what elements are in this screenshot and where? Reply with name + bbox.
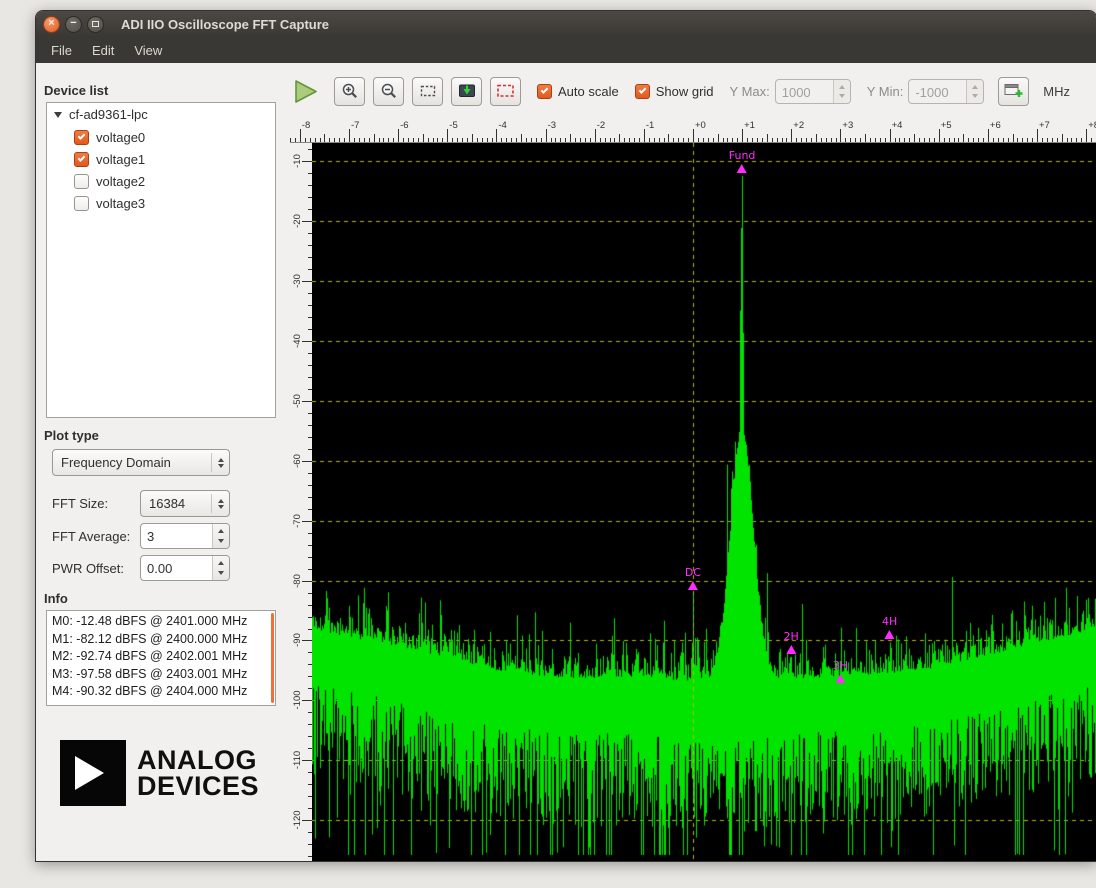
spin-arrows-icon — [966, 80, 983, 103]
fullscreen-button[interactable] — [490, 77, 521, 106]
menubar: File Edit View — [36, 37, 1096, 63]
fft-canvas[interactable] — [312, 143, 1096, 861]
channel-label: voltage1 — [96, 152, 145, 167]
adi-logo-text: ANALOG DEVICES — [137, 747, 259, 799]
unit-label: MHz — [1043, 84, 1070, 99]
zoom-in-button[interactable] — [334, 77, 365, 106]
plot-type-value: Frequency Domain — [61, 455, 205, 470]
channel-voltage2-checkbox[interactable] — [74, 174, 89, 189]
marker-info-line: M0: -12.48 dBFS @ 2401.000 MHz — [52, 613, 267, 631]
device-root-row[interactable]: cf-ad9361-lpc — [47, 103, 275, 126]
desktop: × − ADI IIO Oscilloscope FFT Capture Fil… — [0, 0, 1096, 888]
device-list-label: Device list — [44, 83, 276, 98]
fft-average-label: FFT Average: — [52, 529, 140, 544]
show-grid-checkbox[interactable]: Show grid — [635, 84, 714, 99]
plot-toolbar: Auto scale Show grid Y Max: 1000 Y Min: … — [290, 63, 1096, 119]
zoom-out-button[interactable] — [373, 77, 404, 106]
x-ruler: -8-7-6-5-4-3-2-1+0+1+2+3+4+5+6+7+8 — [290, 119, 1096, 143]
plot-type-label: Plot type — [44, 428, 276, 443]
zoom-fit-icon — [419, 82, 437, 100]
marker-info-line: M2: -92.74 dBFS @ 2402.001 MHz — [52, 648, 267, 666]
plot-type-combo[interactable]: Frequency Domain — [52, 449, 230, 476]
checkbox-checked-icon[interactable] — [635, 84, 650, 99]
channel-row-voltage1[interactable]: voltage1 — [47, 148, 275, 170]
window-title: ADI IIO Oscilloscope FFT Capture — [121, 17, 329, 32]
screenshot-icon — [458, 82, 476, 100]
channel-voltage0-checkbox[interactable] — [74, 130, 89, 145]
channel-row-voltage3[interactable]: voltage3 — [47, 192, 275, 214]
zoom-in-icon — [341, 82, 359, 100]
scrollbar[interactable] — [271, 613, 274, 703]
close-button[interactable]: × — [43, 16, 60, 33]
show-grid-label: Show grid — [656, 84, 714, 99]
channel-row-voltage0[interactable]: voltage0 — [47, 126, 275, 148]
fft-average-value: 3 — [141, 524, 212, 548]
menu-edit[interactable]: Edit — [83, 39, 123, 62]
expander-icon[interactable] — [54, 112, 62, 118]
info-label: Info — [44, 591, 276, 606]
pwr-offset-label: PWR Offset: — [52, 561, 140, 576]
device-tree: cf-ad9361-lpc voltage0voltage1voltage2vo… — [46, 102, 276, 418]
spin-arrows-icon[interactable] — [212, 524, 229, 548]
titlebar: × − ADI IIO Oscilloscope FFT Capture — [36, 11, 1096, 37]
play-icon — [292, 78, 319, 105]
new-plot-button[interactable] — [998, 77, 1029, 106]
sidebar: Device list cf-ad9361-lpc voltage0voltag… — [36, 63, 290, 861]
maximize-icon — [92, 21, 99, 27]
plot-panel: Auto scale Show grid Y Max: 1000 Y Min: … — [290, 63, 1096, 861]
channel-row-voltage2[interactable]: voltage2 — [47, 170, 275, 192]
combo-arrows-icon — [211, 453, 229, 472]
channel-list: voltage0 voltage1 voltage2 voltage3 — [47, 126, 275, 214]
pwr-offset-spinbox[interactable]: 0.00 — [140, 555, 230, 581]
fft-size-combo[interactable]: 16384 — [140, 490, 230, 517]
close-icon: × — [48, 18, 54, 29]
auto-scale-checkbox[interactable]: Auto scale — [537, 84, 619, 99]
channel-label: voltage2 — [96, 174, 145, 189]
adi-logo-line1: ANALOG — [137, 747, 259, 773]
zoom-out-icon — [380, 82, 398, 100]
menu-view[interactable]: View — [125, 39, 171, 62]
fullscreen-icon — [496, 82, 515, 100]
marker-info-box[interactable]: M0: -12.48 dBFS @ 2401.000 MHzM1: -82.12… — [46, 610, 276, 706]
marker-info-line: M1: -82.12 dBFS @ 2400.000 MHz — [52, 631, 267, 649]
auto-scale-label: Auto scale — [558, 84, 619, 99]
device-name: cf-ad9361-lpc — [69, 107, 148, 122]
capture-play-button[interactable] — [292, 78, 319, 105]
zoom-fit-button[interactable] — [412, 77, 443, 106]
y-min-label: Y Min: — [867, 84, 904, 99]
menu-file[interactable]: File — [42, 39, 81, 62]
fft-average-spinbox[interactable]: 3 — [140, 523, 230, 549]
plot-area[interactable]: FundDC2H3H4H — [312, 143, 1096, 861]
channel-voltage1-checkbox[interactable] — [74, 152, 89, 167]
y-min-value: -1000 — [909, 80, 966, 103]
fft-size-value: 16384 — [149, 496, 205, 511]
channel-label: voltage3 — [96, 196, 145, 211]
y-max-value: 1000 — [776, 80, 833, 103]
combo-arrows-icon — [211, 494, 229, 513]
channel-voltage3-checkbox[interactable] — [74, 196, 89, 211]
y-min-spinbox[interactable]: -1000 — [908, 79, 984, 104]
y-max-spinbox[interactable]: 1000 — [775, 79, 851, 104]
checkbox-checked-icon[interactable] — [537, 84, 552, 99]
minimize-icon: − — [70, 18, 76, 29]
spin-arrows-icon — [833, 80, 850, 103]
save-capture-button[interactable] — [451, 77, 482, 106]
pwr-offset-value: 0.00 — [141, 556, 212, 580]
adi-triangle-icon — [60, 740, 126, 806]
y-ruler: -10-20-30-40-50-60-70-80-90-100-110-120 — [290, 143, 312, 861]
maximize-button[interactable] — [87, 16, 104, 33]
new-plot-window-icon — [1004, 82, 1024, 100]
adi-logo-line2: DEVICES — [137, 773, 259, 799]
minimize-button[interactable]: − — [65, 16, 82, 33]
fft-size-label: FFT Size: — [52, 496, 140, 511]
adi-logo: ANALOG DEVICES — [60, 740, 276, 806]
marker-info-lines: M0: -12.48 dBFS @ 2401.000 MHzM1: -82.12… — [52, 613, 267, 701]
spin-arrows-icon[interactable] — [212, 556, 229, 580]
app-window: × − ADI IIO Oscilloscope FFT Capture Fil… — [35, 10, 1096, 862]
channel-label: voltage0 — [96, 130, 145, 145]
marker-info-line: M4: -90.32 dBFS @ 2404.000 MHz — [52, 683, 267, 701]
marker-info-line: M3: -97.58 dBFS @ 2403.001 MHz — [52, 666, 267, 684]
y-max-label: Y Max: — [730, 84, 770, 99]
